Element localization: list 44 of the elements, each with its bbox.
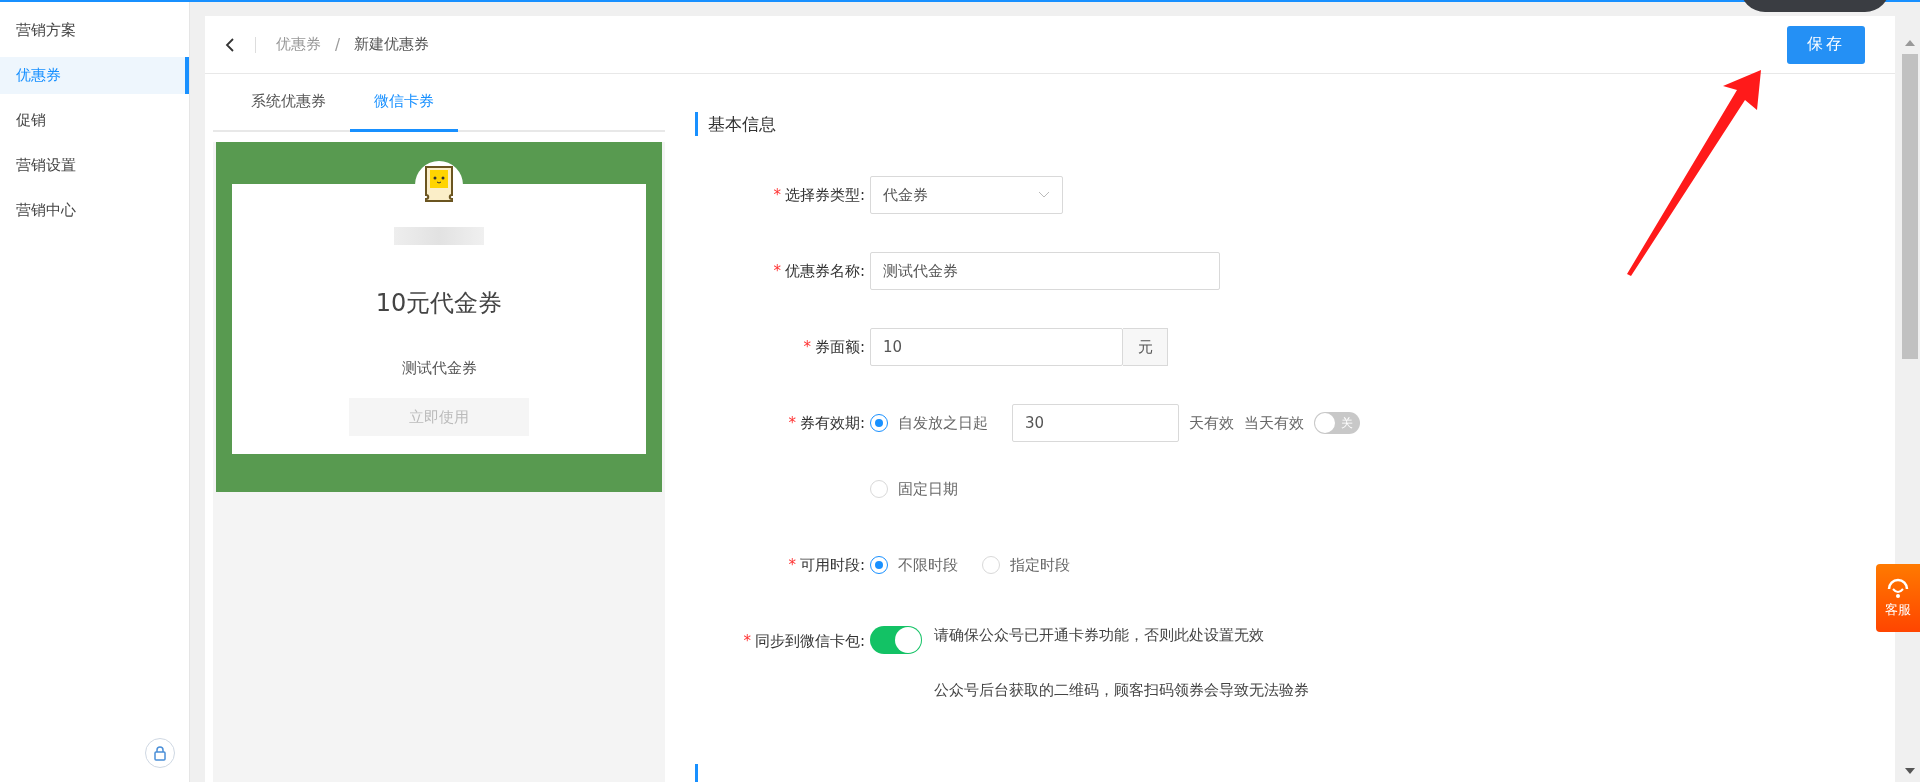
- radio-button[interactable]: [870, 414, 888, 432]
- field-label: 同步到微信卡包:: [754, 631, 865, 651]
- toggle-switch[interactable]: [870, 626, 922, 654]
- required-mark: *: [773, 186, 781, 204]
- hint-text: 请确保公众号已开通卡券功能，否则此处设置无效: [934, 626, 1265, 645]
- sidebar-item[interactable]: 促销: [0, 102, 189, 139]
- ticket-mascot-icon: [423, 165, 455, 203]
- required-mark: *: [743, 632, 751, 650]
- scroll-down-icon: [1905, 768, 1915, 774]
- headset-icon: [1886, 577, 1910, 599]
- hint-text: 公众号后台获取的二维码，顾客扫码领券会导致无法验券: [934, 681, 1309, 700]
- sidebar-item[interactable]: 营销方案: [0, 12, 189, 49]
- field-label: 可用时段:: [799, 555, 865, 575]
- tab[interactable]: 系统优惠券: [227, 74, 350, 132]
- radio-label: 自发放之日起: [898, 413, 988, 433]
- radio-label: 固定日期: [898, 479, 958, 499]
- same-day-label: 当天有效: [1244, 413, 1304, 433]
- field-label: 选择券类型:: [784, 185, 865, 205]
- name-field[interactable]: 测试代金券: [870, 252, 1220, 290]
- type-select[interactable]: 代金券: [870, 176, 1063, 214]
- radio-label: 指定时段: [1010, 555, 1070, 575]
- suffix-text: 天有效: [1189, 413, 1234, 433]
- back-icon[interactable]: [225, 37, 235, 52]
- days-field[interactable]: 30: [1012, 404, 1179, 442]
- scroll-up-icon: [1905, 40, 1915, 46]
- required-mark: *: [803, 338, 811, 356]
- chevron-down-icon: [1038, 191, 1050, 199]
- sidebar-item[interactable]: 营销设置: [0, 147, 189, 184]
- breadcrumb-separator: /: [335, 35, 341, 54]
- amount-field[interactable]: 10: [870, 328, 1123, 366]
- coupon-title: 10元代金券: [375, 288, 503, 319]
- field-label: 券有效期:: [799, 413, 865, 433]
- field-label: 券面额:: [814, 337, 865, 357]
- unit-label: 元: [1123, 328, 1168, 366]
- required-mark: *: [788, 414, 796, 432]
- scroll-thumb[interactable]: [1902, 54, 1918, 359]
- required-mark: *: [773, 262, 781, 280]
- sidebar-item[interactable]: 营销中心: [0, 192, 189, 229]
- radio-label: 不限时段: [898, 555, 958, 575]
- breadcrumb-item: 新建优惠券: [354, 35, 430, 54]
- radio-button[interactable]: [870, 556, 888, 574]
- coupon-name: 测试代金券: [401, 359, 477, 378]
- required-mark: *: [788, 556, 796, 574]
- field-label: 优惠券名称:: [784, 261, 865, 281]
